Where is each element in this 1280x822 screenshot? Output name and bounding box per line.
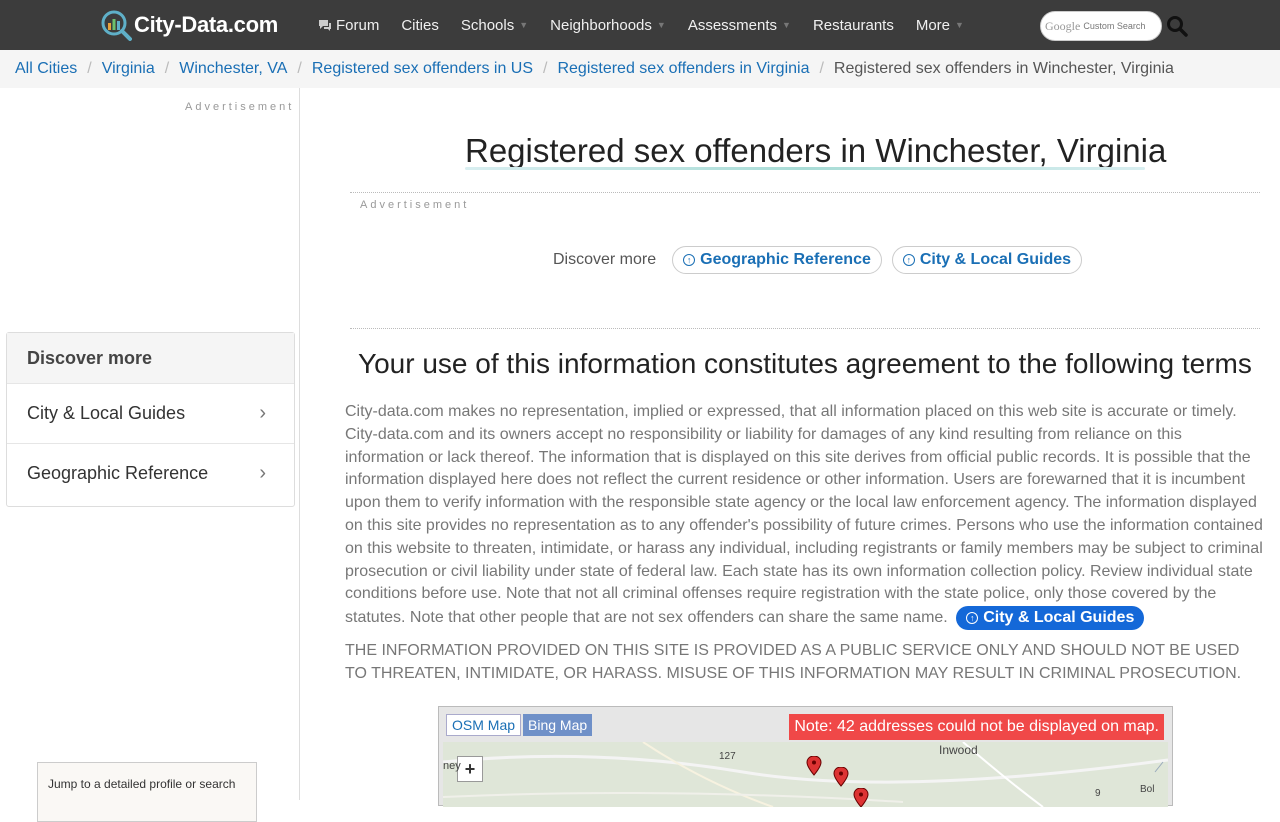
nav-restaurants[interactable]: Restaurants: [813, 17, 894, 34]
sidebar-ad-label: Advertisement: [185, 101, 295, 113]
nav-schools[interactable]: Schools ▼: [461, 17, 528, 34]
logo-text: City-Data.com: [134, 12, 279, 37]
nav-forum-label: Forum: [336, 16, 380, 34]
breadcrumb: All Cities / Virginia / Winchester, VA /…: [0, 50, 1280, 88]
chevron-down-icon: ▼: [782, 20, 791, 30]
page-title: Registered sex offenders in Winchester, …: [465, 132, 1167, 169]
main-nav: Forum Cities Schools ▼ Neighborhoods ▼ Ass…: [318, 0, 986, 50]
site-logo[interactable]: City-Data.com: [100, 9, 278, 41]
breadcrumb-separator: /: [297, 60, 302, 77]
terms-text: City-data.com makes no representation, i…: [345, 403, 1263, 627]
map-label: 127: [719, 751, 736, 762]
map-pin-icon[interactable]: [833, 767, 849, 787]
discover-more-label: Discover more: [553, 251, 657, 268]
sidebar-item-city-guides[interactable]: City & Local Guides ›: [7, 383, 294, 443]
map-label: Inwood: [939, 743, 978, 757]
nav-schools-label: Schools: [460, 16, 515, 34]
nav-neighborhoods-label: Neighborhoods: [550, 16, 652, 34]
nav-assessments[interactable]: Assessments ▼: [688, 17, 791, 34]
map-label: ney: [443, 760, 461, 772]
breadcrumb-virginia[interactable]: Virginia: [102, 60, 155, 78]
breadcrumb-all-cities[interactable]: All Cities: [15, 60, 77, 78]
breadcrumb-separator: /: [819, 60, 824, 77]
breadcrumb-offenders-virginia[interactable]: Registered sex offenders in Virginia: [557, 60, 809, 78]
nav-cities-label: Cities: [401, 16, 439, 34]
nav-neighborhoods[interactable]: Neighborhoods ▼: [550, 17, 666, 34]
breadcrumb-separator: /: [543, 60, 548, 77]
logo-magnifier-icon: [100, 9, 132, 41]
osm-map-tab[interactable]: OSM Map: [446, 714, 522, 736]
terms-body: City-data.com makes no representation, i…: [345, 401, 1265, 631]
breadcrumb-separator: /: [87, 60, 92, 77]
nav-restaurants-label: Restaurants: [812, 16, 894, 34]
chevron-down-icon: ▼: [519, 20, 529, 30]
map-canvas[interactable]: + ney 127 Inwood 9 Bol: [443, 742, 1168, 807]
chevron-down-icon: ▼: [955, 20, 964, 30]
geographic-reference-button[interactable]: ↑ Geographic Reference: [672, 246, 882, 274]
circle-arrow-icon: ↑: [902, 254, 915, 266]
nav-more-label: More: [915, 16, 951, 34]
bing-map-tab[interactable]: Bing Map: [523, 714, 593, 736]
google-search-input[interactable]: Google Custom Search: [1040, 11, 1162, 41]
chat-icon: [319, 20, 331, 31]
divider: [350, 328, 1260, 329]
circle-arrow-icon: ↑: [966, 612, 979, 625]
offender-map: OSM Map Bing Map Note: 42 addresses coul…: [438, 706, 1173, 807]
divider: [350, 192, 1260, 193]
left-sidebar: Advertisement Discover more City & Local…: [0, 88, 300, 822]
jump-to-profile-text: Jump to a detailed profile or search: [48, 777, 236, 791]
google-brand-label: Google: [1045, 18, 1081, 33]
jump-to-profile-box[interactable]: Jump to a detailed profile or search: [37, 762, 257, 822]
sidebar-item-label: Geographic Reference: [27, 463, 209, 483]
discover-more-bar: Discover more ↑ Geographic Reference ↑ C…: [553, 246, 1092, 274]
map-note-badge: Note: 42 addresses could not be displaye…: [789, 714, 1164, 740]
breadcrumb-current: Registered sex offenders in Winchester, …: [833, 60, 1174, 77]
map-label: 9: [1095, 788, 1101, 799]
circle-arrow-icon: ↑: [683, 254, 696, 266]
main-ad-label: Advertisement: [360, 199, 470, 211]
pill-label: City & Local Guides: [919, 251, 1072, 268]
sidebar-item-geographic-reference[interactable]: Geographic Reference ›: [7, 443, 294, 503]
chevron-right-icon: ›: [259, 462, 266, 484]
search-placeholder: Custom Search: [1083, 21, 1146, 31]
sidebar-item-label: City & Local Guides: [27, 403, 186, 423]
sidebar-discover-box: Discover more City & Local Guides › Geog…: [6, 332, 295, 507]
chevron-right-icon: ›: [259, 402, 266, 424]
nav-cities[interactable]: Cities: [401, 17, 439, 34]
nav-more[interactable]: More ▼: [916, 17, 964, 34]
map-pin-icon[interactable]: [853, 788, 869, 807]
map-label: Bol: [1140, 784, 1155, 795]
title-underline: [465, 167, 1145, 170]
pill-label: Geographic Reference: [700, 251, 871, 268]
top-navbar: City-Data.com Forum Cities Schools ▼ Neig…: [0, 0, 1280, 50]
nav-assessments-label: Assessments: [687, 16, 778, 34]
search-icon: [1167, 16, 1188, 37]
nav-forum[interactable]: Forum: [318, 17, 379, 34]
chevron-down-icon: ▼: [656, 20, 666, 30]
main-content: Registered sex offenders in Winchester, …: [300, 88, 1280, 807]
breadcrumb-offenders-us[interactable]: Registered sex offenders in US: [312, 60, 533, 78]
pill-label: City & Local Guides: [983, 608, 1135, 626]
city-local-guides-button[interactable]: ↑ City & Local Guides: [891, 246, 1083, 274]
breadcrumb-separator: /: [164, 60, 170, 77]
sidebar-discover-title: Discover more: [7, 333, 294, 383]
breadcrumb-winchester[interactable]: Winchester, VA: [179, 60, 287, 78]
inline-city-guides-button[interactable]: ↑ City & Local Guides: [956, 606, 1145, 631]
search-button[interactable]: [1166, 15, 1188, 37]
terms-title: Your use of this information constitutes…: [358, 348, 1252, 379]
disclaimer-caps: THE INFORMATION PROVIDED ON THIS SITE IS…: [345, 642, 1242, 682]
map-pin-icon[interactable]: [806, 756, 822, 776]
